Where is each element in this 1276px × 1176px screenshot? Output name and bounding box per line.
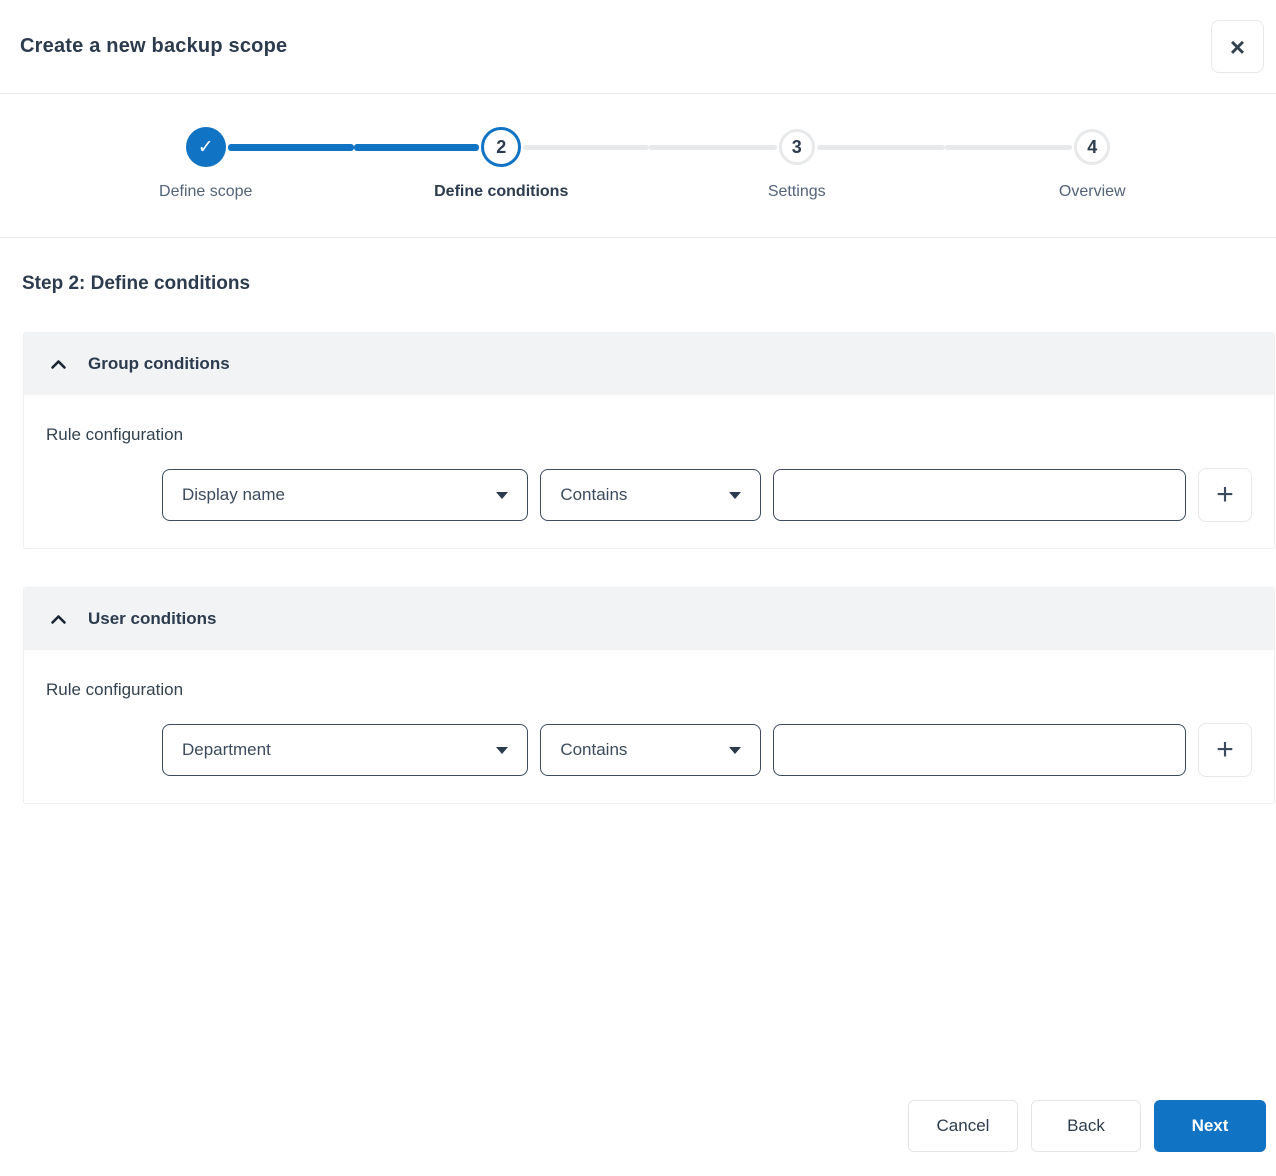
plus-icon: +: [1216, 733, 1234, 766]
step-connector: [353, 143, 480, 151]
group-conditions-body: Rule configuration Display name Contains…: [24, 395, 1274, 548]
step-circle-upcoming: 4: [1074, 129, 1111, 165]
cancel-button[interactable]: Cancel: [908, 1100, 1018, 1152]
chevron-up-icon: [51, 359, 66, 369]
chevron-down-icon: [496, 491, 509, 499]
operator-select[interactable]: Contains: [540, 724, 761, 776]
field-select-value: Department: [182, 740, 271, 759]
dialog-title: Create a new backup scope: [20, 35, 288, 57]
step-circle-completed: ✓: [185, 127, 226, 167]
chevron-down-icon: [496, 746, 509, 754]
plus-icon: +: [1216, 478, 1234, 511]
condition-row: Department Contains +: [46, 723, 1252, 777]
operator-select-value: Contains: [560, 485, 628, 504]
stepper-section: ✓ Define scope 2 Define conditions 3 Set…: [0, 94, 1276, 238]
step-circle-current: 2: [481, 127, 522, 167]
step-number: 2: [496, 136, 507, 157]
condition-value-input[interactable]: [772, 469, 1187, 521]
step-label: Define scope: [159, 183, 253, 200]
user-conditions-body: Rule configuration Department Contains +: [24, 650, 1274, 803]
step-settings[interactable]: 3 Settings: [649, 126, 945, 201]
field-select[interactable]: Display name: [162, 469, 529, 521]
group-conditions-header[interactable]: Group conditions: [24, 333, 1274, 395]
field-select[interactable]: Department: [162, 724, 529, 776]
step-number: 4: [1087, 136, 1098, 157]
step-connector: [523, 144, 649, 150]
step-define-scope[interactable]: ✓ Define scope: [58, 126, 354, 201]
section-title: Group conditions: [88, 354, 230, 373]
user-conditions-section: User conditions Rule configuration Depar…: [23, 587, 1275, 804]
chevron-down-icon: [728, 746, 741, 754]
step-connector: [227, 143, 354, 151]
rule-configuration-label: Rule configuration: [46, 680, 184, 699]
step-label: Settings: [767, 183, 826, 200]
chevron-down-icon: [728, 491, 741, 499]
step-connector: [649, 144, 777, 150]
step-define-conditions[interactable]: 2 Define conditions: [353, 126, 649, 201]
close-button[interactable]: ×: [1211, 20, 1264, 73]
next-button[interactable]: Next: [1154, 1100, 1266, 1152]
step-number: 3: [791, 136, 802, 157]
group-conditions-section: Group conditions Rule configuration Disp…: [23, 332, 1275, 549]
step-connector: [944, 144, 1073, 150]
add-condition-button[interactable]: +: [1198, 723, 1252, 777]
field-select-value: Display name: [182, 485, 285, 504]
operator-select-value: Contains: [560, 740, 628, 759]
section-title: User conditions: [88, 609, 217, 628]
condition-value-input[interactable]: [772, 724, 1187, 776]
check-icon: ✓: [197, 136, 214, 158]
step-circle-upcoming: 3: [778, 129, 815, 165]
step-overview[interactable]: 4 Overview: [944, 126, 1241, 201]
step-heading: Step 2: Define conditions: [22, 273, 251, 294]
dialog-footer: Cancel Back Next: [908, 1100, 1266, 1152]
add-condition-button[interactable]: +: [1198, 468, 1252, 522]
condition-row: Display name Contains +: [46, 468, 1252, 522]
chevron-up-icon: [51, 614, 66, 624]
close-icon: ×: [1229, 31, 1246, 62]
step-label: Overview: [1058, 183, 1126, 200]
user-conditions-header[interactable]: User conditions: [24, 588, 1274, 650]
back-button[interactable]: Back: [1031, 1100, 1141, 1152]
operator-select[interactable]: Contains: [540, 469, 761, 521]
rule-configuration-label: Rule configuration: [46, 425, 184, 444]
step-label: Define conditions: [434, 183, 569, 200]
step-connector: [816, 144, 945, 150]
stepper: ✓ Define scope 2 Define conditions 3 Set…: [58, 126, 1240, 201]
dialog-header: Create a new backup scope ×: [0, 0, 1276, 94]
